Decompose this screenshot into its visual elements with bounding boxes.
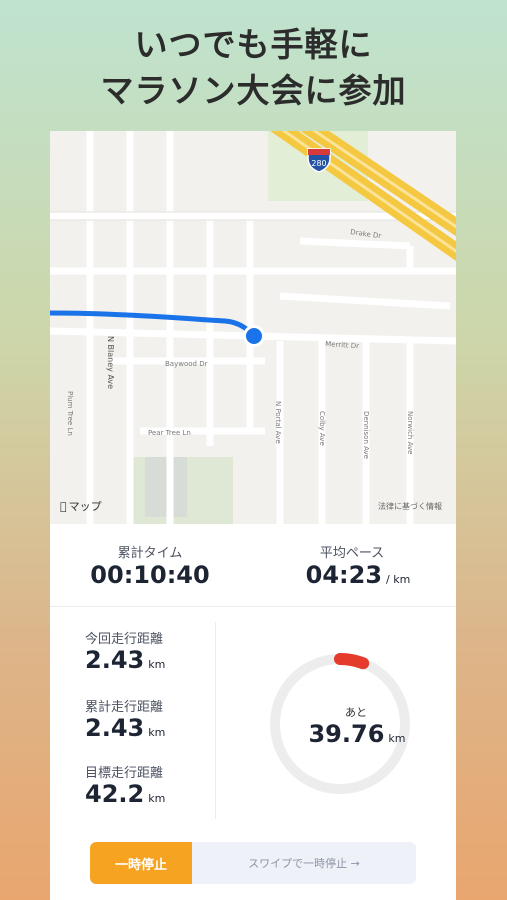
headline-line2: マラソン大会に参加 [100,71,407,110]
street-label: Pear Tree Ln [148,429,191,437]
street-label: Colby Ave [318,411,326,446]
street-label: Dennison Ave [362,411,370,459]
street-label: N Blaney Ave [106,336,115,389]
remaining-label: あと [345,706,367,719]
current-location-icon [246,328,262,344]
total-distance-value: 2.43 [85,714,145,742]
maps-logo[interactable]:  マップ [60,498,102,514]
average-pace-value: 04:23 [305,561,383,589]
pause-slider[interactable]: 一時停止 スワイプで一時停止 → [90,842,416,884]
map-canvas: 280 Drake Dr Merritt Dr Baywood Dr Pear … [50,131,456,524]
current-distance: 2.43 km [85,646,165,674]
goal-distance: 42.2 km [85,780,165,808]
maps-logo-text: マップ [62,500,102,513]
app-screen: 280 Drake Dr Merritt Dr Baywood Dr Pear … [50,131,456,900]
apple-icon:  [60,500,67,513]
headline: いつでも手軽に マラソン大会に参加 [0,22,507,114]
unit-km: km [148,792,166,805]
current-distance-label: 今回走行距離 [85,632,164,647]
pace-unit: / km [386,573,411,586]
goal-distance-label: 目標走行距離 [85,766,164,781]
remaining-distance: 39.76 km [282,720,432,748]
elapsed-time-label: 累計タイム [117,546,183,561]
current-distance-value: 2.43 [85,646,145,674]
divider [215,622,216,819]
street-label: Plum Tree Ln [66,391,74,436]
swipe-hint: スワイプで一時停止 → [248,857,360,870]
unit-km: km [148,658,166,671]
unit-km: km [388,732,406,745]
highway-shield-number: 280 [311,159,326,168]
pause-button[interactable]: 一時停止 [90,842,192,884]
average-pace: 04:23/ km [268,561,448,589]
street-label: Baywood Dr [165,360,208,368]
elapsed-time-value: 00:10:40 [90,561,210,589]
street-label: N Portal Ave [274,401,282,444]
divider [50,606,456,607]
unit-km: km [148,726,166,739]
average-pace-label: 平均ペース [319,546,385,561]
route-map[interactable]: 280 Drake Dr Merritt Dr Baywood Dr Pear … [50,131,456,524]
remaining-distance-value: 39.76 [308,720,385,748]
total-distance-label: 累計走行距離 [85,700,164,715]
goal-distance-value: 42.2 [85,780,145,808]
school-area [145,457,187,517]
headline-line1: いつでも手軽に [134,25,373,64]
total-distance: 2.43 km [85,714,165,742]
stats-panel: 累計タイム 00:10:40 平均ペース 04:23/ km 今回走行距離 2.… [50,524,456,900]
legal-attribution-link[interactable]: 法律に基づく情報 [378,501,442,512]
street-label: Norwich Ave [406,411,414,454]
